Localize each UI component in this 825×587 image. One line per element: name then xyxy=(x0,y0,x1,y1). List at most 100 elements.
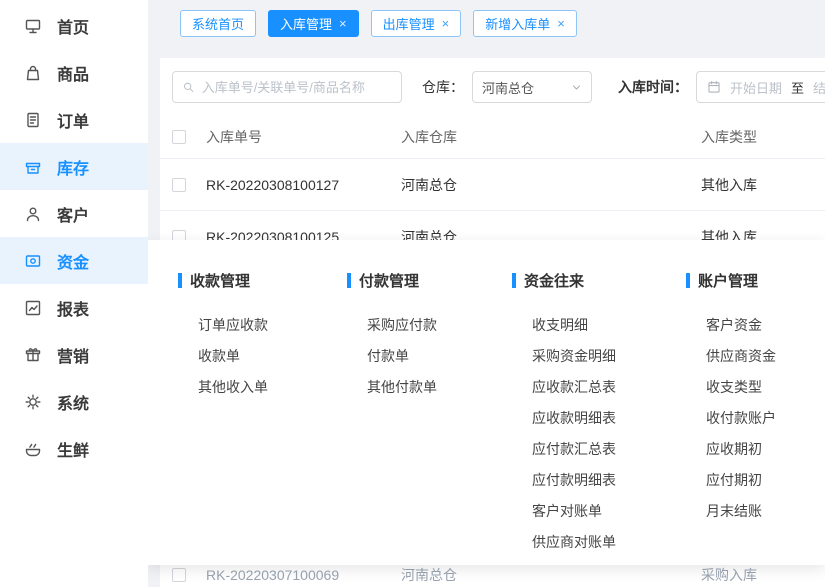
inbound-time-label: 入库时间： xyxy=(618,77,688,97)
select-all-checkbox[interactable] xyxy=(172,130,186,144)
tab-outbound-management[interactable]: 出库管理 × xyxy=(371,10,462,37)
tab-label: 新增入库单 xyxy=(485,14,550,33)
menu-group-title: 账户管理 xyxy=(686,270,825,291)
tab-new-inbound-order[interactable]: 新增入库单 × xyxy=(473,10,577,37)
menu-item[interactable]: 订单应收款 xyxy=(178,309,347,340)
menu-item[interactable]: 应付款汇总表 xyxy=(512,433,686,464)
group-title-label: 账户管理 xyxy=(698,270,758,291)
cell-type: 采购入库 xyxy=(701,565,825,585)
menu-item[interactable]: 采购资金明细 xyxy=(512,340,686,371)
group-title-label: 收款管理 xyxy=(190,270,250,291)
cell-order-no: RK-20220308100127 xyxy=(206,177,401,193)
menu-item[interactable]: 客户资金 xyxy=(686,309,825,340)
sidebar-item-fresh[interactable]: 生鲜 xyxy=(0,425,148,472)
table-header-row: 入库单号 入库仓库 入库类型 xyxy=(160,116,825,159)
menu-item[interactable]: 付款单 xyxy=(347,340,512,371)
sidebar-item-label: 营销 xyxy=(57,343,89,367)
menu-item[interactable]: 供应商资金 xyxy=(686,340,825,371)
menu-group-receipts: 收款管理 订单应收款 收款单 其他收入单 xyxy=(178,270,347,565)
menu-group-accounts: 账户管理 客户资金 供应商资金 收支类型 收付款账户 应收期初 应付期初 月末结… xyxy=(686,270,825,565)
column-header-order-no: 入库单号 xyxy=(206,127,401,147)
sidebar-item-label: 系统 xyxy=(57,390,89,414)
group-marker xyxy=(178,273,182,288)
sidebar-item-goods[interactable]: 商品 xyxy=(0,49,148,96)
cell-type: 其他入库 xyxy=(701,175,825,195)
close-icon[interactable]: × xyxy=(557,17,565,30)
row-checkbox[interactable] xyxy=(172,568,186,582)
sidebar-item-label: 报表 xyxy=(57,296,89,320)
sidebar-item-reports[interactable]: 报表 xyxy=(0,284,148,331)
warehouse-select[interactable]: 河南总仓 xyxy=(472,71,592,103)
menu-group-title: 付款管理 xyxy=(347,270,512,291)
menu-item[interactable]: 月末结账 xyxy=(686,495,825,526)
cell-warehouse: 河南总仓 xyxy=(401,565,701,585)
sidebar-item-label: 订单 xyxy=(57,108,89,132)
search-icon xyxy=(182,80,195,94)
menu-item[interactable]: 收支类型 xyxy=(686,371,825,402)
close-icon[interactable]: × xyxy=(442,17,450,30)
warehouse-selected-value: 河南总仓 xyxy=(482,78,534,97)
filter-bar: 仓库： 河南总仓 入库时间： 开始日期 至 结束日期 xyxy=(160,58,825,116)
menu-item[interactable]: 应付款明细表 xyxy=(512,464,686,495)
report-icon xyxy=(24,299,42,317)
sidebar-item-home[interactable]: 首页 xyxy=(0,2,148,49)
goods-icon xyxy=(24,64,42,82)
tab-label: 出库管理 xyxy=(383,14,435,33)
cell-order-no: RK-20220307100069 xyxy=(206,567,401,583)
calendar-icon xyxy=(707,80,721,94)
menu-item[interactable]: 其他付款单 xyxy=(347,371,512,402)
column-header-type: 入库类型 xyxy=(701,127,825,147)
group-marker xyxy=(347,273,351,288)
search-box[interactable] xyxy=(172,71,402,103)
table-row[interactable]: RK-20220308100127 河南总仓 其他入库 xyxy=(160,159,825,211)
menu-item[interactable]: 客户对账单 xyxy=(512,495,686,526)
inventory-icon xyxy=(24,158,42,176)
date-range-picker[interactable]: 开始日期 至 结束日期 xyxy=(696,71,825,103)
group-title-label: 付款管理 xyxy=(359,270,419,291)
tab-bar: 系统首页 入库管理 × 出库管理 × 新增入库单 × xyxy=(148,0,825,47)
menu-group-fund-transactions: 资金往来 收支明细 采购资金明细 应收款汇总表 应收款明细表 应付款汇总表 应付… xyxy=(512,270,686,565)
sidebar-item-funds[interactable]: 资金 xyxy=(0,237,148,284)
sidebar-item-system[interactable]: 系统 xyxy=(0,378,148,425)
group-marker xyxy=(512,273,516,288)
sidebar-item-orders[interactable]: 订单 xyxy=(0,96,148,143)
table-row[interactable]: RK-20220307100069 河南总仓 采购入库 xyxy=(160,563,825,587)
search-input[interactable] xyxy=(202,80,392,95)
funds-mega-menu: 收款管理 订单应收款 收款单 其他收入单 付款管理 采购应付款 付款单 其他付款… xyxy=(148,240,825,565)
sidebar-item-marketing[interactable]: 营销 xyxy=(0,331,148,378)
close-icon[interactable]: × xyxy=(339,17,347,30)
tab-inbound-management[interactable]: 入库管理 × xyxy=(268,10,359,37)
menu-item[interactable]: 收付款账户 xyxy=(686,402,825,433)
chevron-down-icon xyxy=(571,82,582,93)
warehouse-label: 仓库： xyxy=(422,77,464,97)
menu-item[interactable]: 应付期初 xyxy=(686,464,825,495)
menu-item[interactable]: 收款单 xyxy=(178,340,347,371)
menu-item[interactable]: 收支明细 xyxy=(512,309,686,340)
sidebar-item-label: 资金 xyxy=(57,249,89,273)
sidebar-item-customers[interactable]: 客户 xyxy=(0,190,148,237)
menu-item[interactable]: 其他收入单 xyxy=(178,371,347,402)
menu-group-title: 资金往来 xyxy=(512,270,686,291)
menu-group-title: 收款管理 xyxy=(178,270,347,291)
order-icon xyxy=(24,111,42,129)
sidebar: 首页 商品 订单 库存 客户 资金 报表 营销 系统 生鲜 xyxy=(0,0,148,587)
menu-item[interactable]: 应收期初 xyxy=(686,433,825,464)
sidebar-item-label: 生鲜 xyxy=(57,437,89,461)
sidebar-item-inventory[interactable]: 库存 xyxy=(0,143,148,190)
menu-item[interactable]: 供应商对账单 xyxy=(512,526,686,557)
row-checkbox[interactable] xyxy=(172,178,186,192)
tab-system-home[interactable]: 系统首页 xyxy=(180,10,256,37)
end-date-placeholder: 结束日期 xyxy=(813,78,825,97)
group-title-label: 资金往来 xyxy=(524,270,584,291)
date-range-separator: 至 xyxy=(791,78,804,97)
menu-item[interactable]: 采购应付款 xyxy=(347,309,512,340)
funds-icon xyxy=(24,252,42,270)
menu-item[interactable]: 应收款明细表 xyxy=(512,402,686,433)
customer-icon xyxy=(24,205,42,223)
column-header-warehouse: 入库仓库 xyxy=(401,127,701,147)
menu-item[interactable]: 应收款汇总表 xyxy=(512,371,686,402)
sidebar-item-label: 库存 xyxy=(57,155,89,179)
fresh-icon xyxy=(24,440,42,458)
start-date-placeholder: 开始日期 xyxy=(730,78,782,97)
marketing-icon xyxy=(24,346,42,364)
